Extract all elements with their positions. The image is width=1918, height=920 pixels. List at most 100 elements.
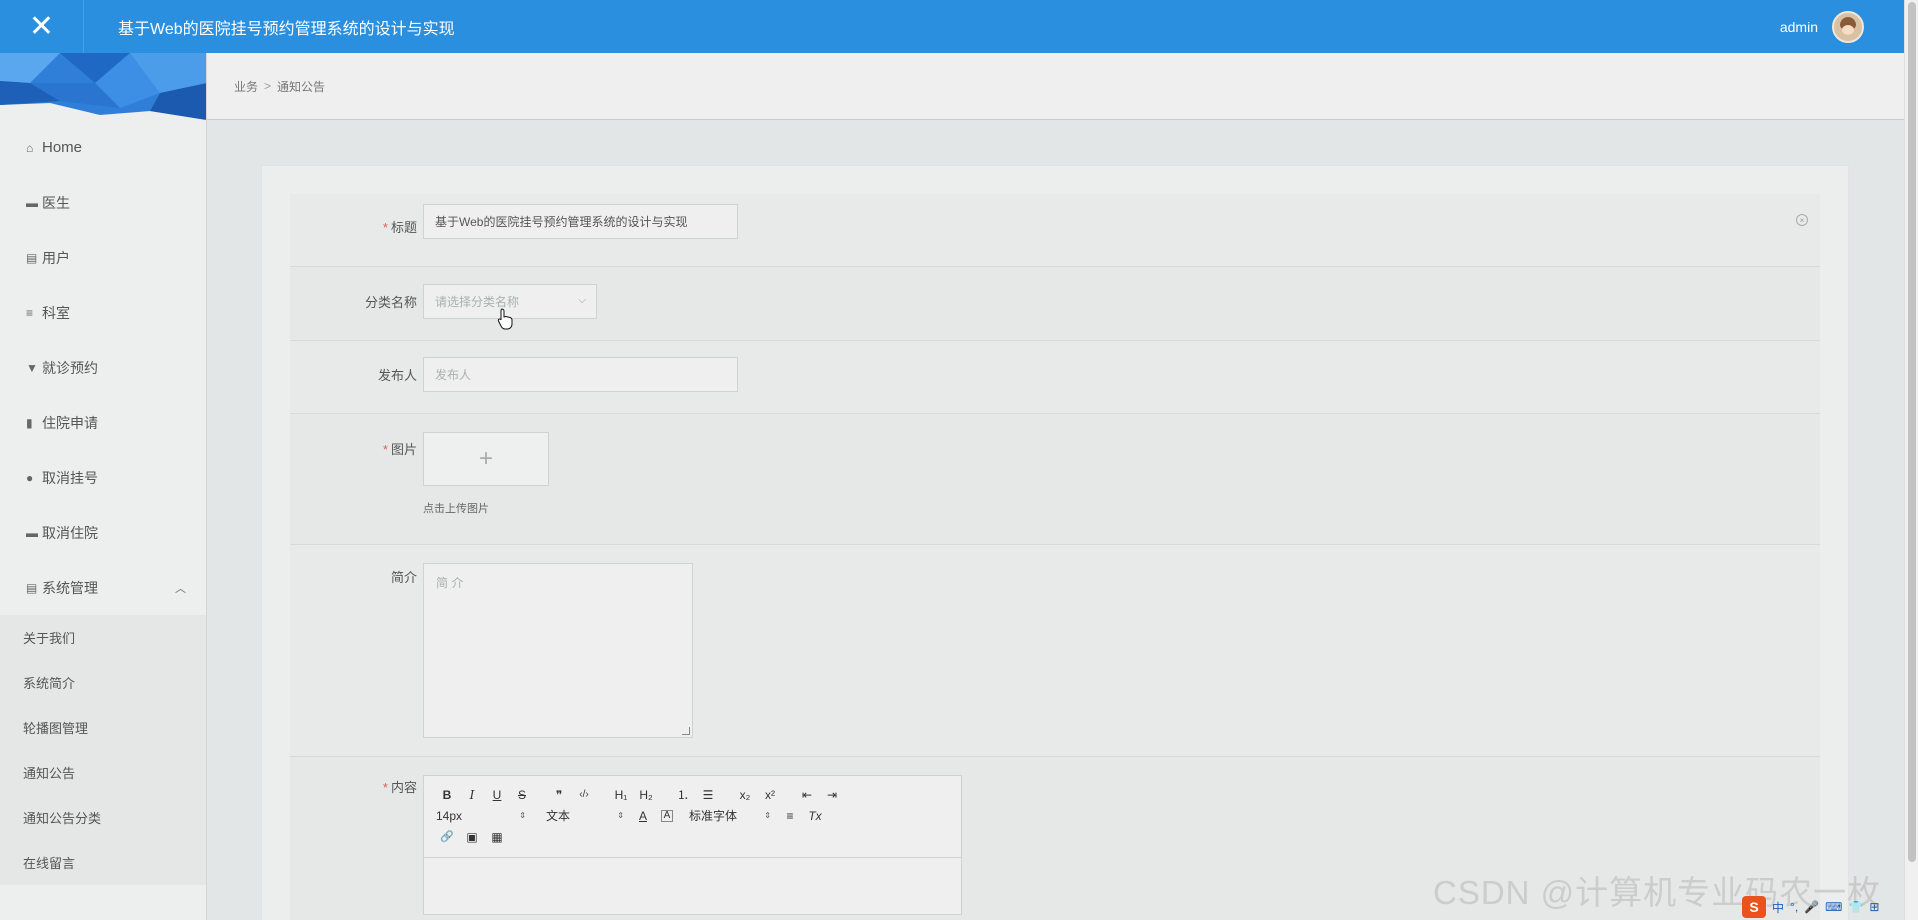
ime-chinese-mode[interactable]: 中 <box>1772 899 1784 916</box>
briefcase-icon: ▬ <box>26 525 38 540</box>
underline-button[interactable]: U <box>486 785 508 805</box>
italic-button[interactable]: I <box>461 785 483 805</box>
header-2-button[interactable]: H₂ <box>635 785 657 805</box>
publisher-label: 发布人 <box>377 368 417 383</box>
sidebar-submenu: 关于我们 系统简介 轮播图管理 通知公告 通知公告分类 在线留言 <box>0 615 206 885</box>
breadcrumb-item[interactable]: 业务 <box>234 78 258 95</box>
username[interactable]: admin <box>1780 19 1818 35</box>
header-1-button[interactable]: H₁ <box>610 785 632 805</box>
title-input[interactable]: 基于Web的医院挂号预约管理系统的设计与实现 <box>423 204 738 239</box>
select-arrow-icon: ⇕ <box>519 811 526 820</box>
editor-toolbar: B I U S ❞ ‹/› H₁ H₂ ⒈ ☰ x₂ x² ⇤ ⇥ 14px ⇕… <box>424 776 961 858</box>
sidebar-banner <box>0 53 206 120</box>
font-size-select[interactable]: 14px ⇕ <box>436 806 526 826</box>
microphone-icon[interactable]: 🎤 <box>1804 900 1819 914</box>
ime-toolbar[interactable]: S 中 °, 🎤 ⌨ 👕 ⊞ <box>1742 896 1879 918</box>
rich-text-editor[interactable]: B I U S ❞ ‹/› H₁ H₂ ⒈ ☰ x₂ x² ⇤ ⇥ 14px ⇕… <box>423 775 962 915</box>
sidebar-item-cancel-registration[interactable]: ● 取消挂号 <box>0 450 206 505</box>
ime-logo-icon[interactable]: S <box>1742 896 1766 918</box>
align-icon[interactable]: ≡ <box>779 806 801 826</box>
clear-icon[interactable]: × <box>1796 214 1808 226</box>
clipboard-check-icon: ▤ <box>26 580 38 595</box>
form-row-image: * 图片 + 点击上传图片 <box>290 414 1820 545</box>
indent-button[interactable]: ⇥ <box>821 785 843 805</box>
sidebar-item-cancel-hospitalization[interactable]: ▬ 取消住院 <box>0 505 206 560</box>
clipboard-icon: ▤ <box>26 250 38 265</box>
breadcrumb-item-current: 通知公告 <box>277 79 326 94</box>
toolbar-row: 14px ⇕ 文本 ⇕ A A 标准字体 ⇕ ≡ Tx <box>436 805 949 826</box>
select-arrow-icon: ⇕ <box>617 811 624 820</box>
video-icon[interactable]: ▦ <box>486 827 508 847</box>
summary-label: 简介 <box>390 570 417 585</box>
submenu-item-notice-category[interactable]: 通知公告分类 <box>0 795 206 840</box>
submenu-item-intro[interactable]: 系统简介 <box>0 660 206 705</box>
image-upload-button[interactable]: + <box>423 432 549 486</box>
code-block-button[interactable]: ‹/› <box>573 785 595 805</box>
hand-cursor-icon <box>497 308 513 330</box>
submenu-item-messages[interactable]: 在线留言 <box>0 840 206 885</box>
text-type-select[interactable]: 文本 ⇕ <box>534 806 624 826</box>
sidebar-item-label: 系统管理 <box>42 579 98 596</box>
title-label: * 标题 <box>382 220 417 235</box>
select-arrow-icon: ⇕ <box>764 811 771 820</box>
keyboard-icon[interactable]: ⌨ <box>1825 900 1842 914</box>
blockquote-button[interactable]: ❞ <box>548 785 570 805</box>
sidebar-item-label: 就诊预约 <box>42 359 98 376</box>
font-family-select[interactable]: 标准字体 ⇕ <box>681 806 771 826</box>
category-label: 分类名称 <box>364 295 417 310</box>
link-icon[interactable]: 🔗 <box>436 827 458 847</box>
sidebar: ⌂ Home ▬ 医生 ▤ 用户 ≡ 科室 ▼ 就诊预约 ▮ 住院申请 ● 取消… <box>0 53 207 920</box>
submenu-item-notice[interactable]: 通知公告 <box>0 750 206 795</box>
chevron-up-icon[interactable]: ︿ <box>175 580 186 596</box>
breadcrumb: 业务 > 通知公告 <box>207 53 1904 120</box>
bullet-list-button[interactable]: ☰ <box>697 785 719 805</box>
grid-icon[interactable]: ⊞ <box>1869 900 1879 914</box>
sidebar-item-appointment[interactable]: ▼ 就诊预约 <box>0 340 206 395</box>
upload-hint: 点击上传图片 <box>423 503 489 515</box>
sidebar-item-doctor[interactable]: ▬ 医生 <box>0 175 206 230</box>
image-label: * 图片 <box>382 442 417 457</box>
ime-punctuation-icon[interactable]: °, <box>1790 900 1798 914</box>
submenu-item-carousel[interactable]: 轮播图管理 <box>0 705 206 750</box>
sidebar-item-label: 医生 <box>42 194 70 211</box>
image-icon[interactable]: ▣ <box>461 827 483 847</box>
sidebar-item-hospitalization[interactable]: ▮ 住院申请 <box>0 395 206 450</box>
background-color-button[interactable]: A <box>661 809 673 822</box>
ordered-list-button[interactable]: ⒈ <box>672 785 694 805</box>
sidebar-item-system-management[interactable]: ▤ 系统管理 ︿ <box>0 560 206 615</box>
banner-graphic <box>0 53 206 120</box>
page-scrollbar[interactable] <box>1904 0 1918 920</box>
sidebar-item-label: 用户 <box>42 249 70 266</box>
scrollbar-thumb[interactable] <box>1908 2 1916 862</box>
publisher-input[interactable]: 发布人 <box>423 357 738 392</box>
summary-textarea[interactable]: 简 介 <box>423 563 693 738</box>
bar-chart-icon: ▮ <box>26 415 33 430</box>
user-area[interactable]: admin <box>1780 0 1864 53</box>
comment-icon: ▬ <box>26 195 38 210</box>
sidebar-item-home[interactable]: ⌂ Home <box>0 120 206 175</box>
avatar[interactable] <box>1832 10 1864 43</box>
form-row-title: * 标题 基于Web的医院挂号预约管理系统的设计与实现 × <box>290 194 1820 267</box>
toolbar-row: B I U S ❞ ‹/› H₁ H₂ ⒈ ☰ x₂ x² ⇤ ⇥ <box>436 784 949 805</box>
form-row-category: 分类名称 请选择分类名称 ⌵ <box>290 267 1820 341</box>
app-title: 基于Web的医院挂号预约管理系统的设计与实现 <box>118 20 455 38</box>
submenu-item-about[interactable]: 关于我们 <box>0 615 206 660</box>
sidebar-item-department[interactable]: ≡ 科室 <box>0 285 206 340</box>
sidebar-item-user[interactable]: ▤ 用户 <box>0 230 206 285</box>
superscript-button[interactable]: x² <box>759 785 781 805</box>
map-pin-icon: ● <box>26 470 34 485</box>
sidebar-item-label: 取消挂号 <box>42 469 98 486</box>
outdent-button[interactable]: ⇤ <box>796 785 818 805</box>
clear-format-icon[interactable]: Tx <box>804 806 826 826</box>
resize-handle[interactable] <box>682 727 690 735</box>
strikethrough-button[interactable]: S <box>511 785 533 805</box>
bold-button[interactable]: B <box>436 785 458 805</box>
sidebar-item-label: 住院申请 <box>42 414 98 431</box>
thumbtack-icon: ▼ <box>26 360 38 375</box>
chevron-down-icon: ⌵ <box>578 295 586 306</box>
skin-icon[interactable]: 👕 <box>1848 900 1863 914</box>
sliders-icon: ≡ <box>26 305 34 320</box>
font-color-button[interactable]: A <box>632 806 654 826</box>
subscript-button[interactable]: x₂ <box>734 785 756 805</box>
close-icon[interactable]: ✕ <box>0 0 84 53</box>
